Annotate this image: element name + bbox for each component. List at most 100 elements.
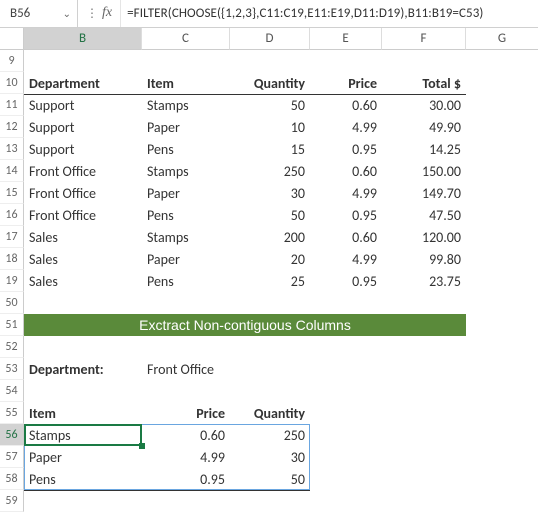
- cell[interactable]: [466, 94, 538, 116]
- h-item[interactable]: Item: [142, 72, 230, 94]
- row-header[interactable]: 10: [0, 72, 24, 94]
- cell[interactable]: [24, 336, 142, 358]
- cell[interactable]: [310, 380, 382, 402]
- row-header[interactable]: 53: [0, 358, 24, 380]
- cell[interactable]: [466, 138, 538, 160]
- cell[interactable]: [382, 358, 466, 380]
- fx-button[interactable]: ⋮ fx: [78, 0, 121, 27]
- table-row[interactable]: Sales: [24, 270, 142, 292]
- out-row[interactable]: Pens: [24, 468, 142, 490]
- cell[interactable]: [230, 380, 310, 402]
- table-row[interactable]: 47.50: [382, 204, 466, 226]
- row-header[interactable]: 54: [0, 380, 24, 402]
- table-row[interactable]: Front Office: [24, 160, 142, 182]
- table-row[interactable]: Stamps: [142, 160, 230, 182]
- table-row[interactable]: 0.60: [310, 226, 382, 248]
- cell[interactable]: [466, 226, 538, 248]
- cell[interactable]: [24, 380, 142, 402]
- cell[interactable]: [310, 292, 382, 314]
- out-row[interactable]: 30: [230, 446, 310, 468]
- row-header[interactable]: 51: [0, 314, 24, 336]
- table-row[interactable]: Stamps: [142, 94, 230, 116]
- cell[interactable]: [382, 50, 466, 72]
- row-header[interactable]: 19: [0, 270, 24, 292]
- cell[interactable]: [24, 292, 142, 314]
- cell[interactable]: [382, 446, 466, 468]
- row-header[interactable]: 17: [0, 226, 24, 248]
- select-all-corner[interactable]: [0, 28, 24, 50]
- table-row[interactable]: 0.95: [310, 138, 382, 160]
- table-row[interactable]: Paper: [142, 248, 230, 270]
- cell[interactable]: [466, 490, 538, 512]
- table-row[interactable]: Sales: [24, 248, 142, 270]
- cell[interactable]: [466, 468, 538, 490]
- cell[interactable]: [142, 380, 230, 402]
- table-row[interactable]: 49.90: [382, 116, 466, 138]
- cell[interactable]: [310, 468, 382, 490]
- cell[interactable]: [310, 336, 382, 358]
- cell[interactable]: [24, 50, 142, 72]
- cell[interactable]: [142, 292, 230, 314]
- table-row[interactable]: 250: [230, 160, 310, 182]
- row-header[interactable]: 56: [0, 424, 24, 446]
- row-header[interactable]: 50: [0, 292, 24, 314]
- out-row[interactable]: Paper: [24, 446, 142, 468]
- col-header-F[interactable]: F: [382, 28, 466, 50]
- table-row[interactable]: 14.25: [382, 138, 466, 160]
- table-row[interactable]: Pens: [142, 138, 230, 160]
- table-row[interactable]: 15: [230, 138, 310, 160]
- cell[interactable]: [142, 490, 230, 512]
- row-header[interactable]: 9: [0, 50, 24, 72]
- table-row[interactable]: 20: [230, 248, 310, 270]
- table-row[interactable]: 30.00: [382, 94, 466, 116]
- col-header-D[interactable]: D: [230, 28, 310, 50]
- table-row[interactable]: Front Office: [24, 182, 142, 204]
- out-row[interactable]: 0.60: [142, 424, 230, 446]
- filter-value[interactable]: Front Office: [142, 358, 230, 380]
- cell[interactable]: [310, 358, 382, 380]
- table-row[interactable]: Stamps: [142, 226, 230, 248]
- table-row[interactable]: 150.00: [382, 160, 466, 182]
- cell[interactable]: [310, 424, 382, 446]
- cell[interactable]: [466, 402, 538, 424]
- table-row[interactable]: 149.70: [382, 182, 466, 204]
- chevron-down-icon[interactable]: ⌄: [63, 7, 71, 20]
- col-header-C[interactable]: C: [142, 28, 230, 50]
- out-row[interactable]: 4.99: [142, 446, 230, 468]
- table-row[interactable]: Support: [24, 138, 142, 160]
- table-row[interactable]: Front Office: [24, 204, 142, 226]
- table-row[interactable]: Paper: [142, 182, 230, 204]
- row-header[interactable]: 11: [0, 94, 24, 116]
- cell[interactable]: [382, 468, 466, 490]
- table-row[interactable]: 0.60: [310, 94, 382, 116]
- h-department[interactable]: Department: [24, 72, 142, 94]
- row-header[interactable]: 14: [0, 160, 24, 182]
- row-header[interactable]: 18: [0, 248, 24, 270]
- out-row[interactable]: Stamps: [24, 424, 142, 446]
- row-header[interactable]: 58: [0, 468, 24, 490]
- oh-item[interactable]: Item: [24, 402, 142, 424]
- table-row[interactable]: 25: [230, 270, 310, 292]
- row-header[interactable]: 12: [0, 116, 24, 138]
- table-row[interactable]: 200: [230, 226, 310, 248]
- cell[interactable]: [230, 50, 310, 72]
- cell[interactable]: [310, 446, 382, 468]
- cell[interactable]: [466, 116, 538, 138]
- out-row[interactable]: 50: [230, 468, 310, 490]
- cell[interactable]: [466, 182, 538, 204]
- col-header-B[interactable]: B: [24, 28, 142, 50]
- table-row[interactable]: 4.99: [310, 182, 382, 204]
- oh-price[interactable]: Price: [142, 402, 230, 424]
- filter-label[interactable]: Department:: [24, 358, 142, 380]
- table-row[interactable]: 4.99: [310, 116, 382, 138]
- cell[interactable]: [466, 358, 538, 380]
- table-row[interactable]: Support: [24, 94, 142, 116]
- out-row[interactable]: 0.95: [142, 468, 230, 490]
- row-header[interactable]: 52: [0, 336, 24, 358]
- cell[interactable]: [466, 446, 538, 468]
- cell[interactable]: [466, 292, 538, 314]
- table-row[interactable]: Sales: [24, 226, 142, 248]
- cell[interactable]: [382, 424, 466, 446]
- cell[interactable]: [466, 270, 538, 292]
- cell[interactable]: [382, 490, 466, 512]
